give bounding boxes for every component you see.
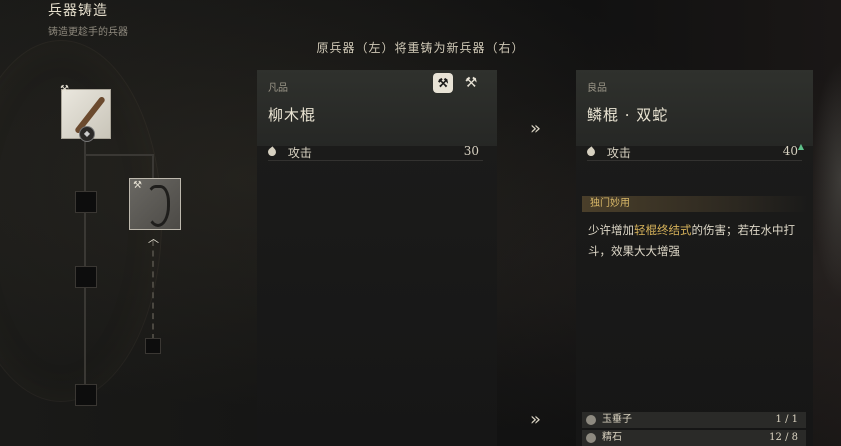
stat-label: 攻击 [606, 146, 631, 160]
hammer-icon: ⚒ [464, 75, 478, 91]
stat-number: 40 [782, 144, 798, 158]
material-name: 精石 [602, 432, 622, 443]
skill-description: 少许增加轻棍终结式的伤害；若在水中打斗，效果大大增强 [588, 220, 800, 262]
tree-node[interactable] [75, 266, 97, 288]
hammer-icon: ⚒ [133, 180, 142, 191]
attack-icon [585, 146, 597, 158]
attack-icon [266, 146, 278, 158]
double-arrow-icon: » [530, 409, 541, 430]
equipped-icon: ◆ [79, 126, 95, 142]
skill-desc-highlight: 轻棍终结式 [634, 223, 692, 237]
skill-title: 独门妙用 [582, 196, 808, 212]
attack-stat: 攻击 30 [266, 144, 483, 161]
material-row: 玉垂子 1 / 1 [582, 412, 806, 428]
tree-branch-line [152, 154, 154, 178]
original-weapon-panel: 凡品 ⚒ ⚒ 柳木棍 攻击 30 [257, 70, 497, 446]
attack-stat: 攻击 40 ▲ [585, 142, 804, 161]
tree-branch-line [84, 154, 154, 156]
stat-value: 40 ▲ [782, 142, 804, 158]
material-icon [586, 433, 596, 443]
stat-increase-icon: ▲ [797, 142, 804, 151]
tree-dotted-line [152, 240, 154, 340]
background-figure [811, 60, 841, 300]
panel-header: 良品 鳞棍 · 双蛇 [576, 70, 813, 146]
panel-header: 凡品 ⚒ ⚒ 柳木棍 [257, 70, 497, 146]
weapon-grade: 凡品 [268, 83, 288, 94]
skill-desc-text: 少许增加 [588, 223, 634, 237]
stat-value: 30 [463, 144, 479, 158]
double-snake-staff-icon [146, 185, 170, 227]
tree-node[interactable] [75, 384, 97, 406]
tree-node[interactable] [145, 338, 161, 354]
material-name: 玉垂子 [602, 414, 632, 425]
material-icon [586, 415, 596, 425]
tree-node[interactable] [75, 191, 97, 213]
double-arrow-icon: » [530, 118, 541, 139]
material-count: 1 / 1 [775, 414, 798, 425]
weapon-grade: 良品 [587, 83, 607, 94]
craft-badge-icon: ⚒ [433, 73, 453, 93]
selection-caret-icon: ︿ [148, 232, 159, 245]
new-weapon-panel: 良品 鳞棍 · 双蛇 攻击 40 ▲ 独门妙用 少许增加轻棍终结式的伤害；若在水… [576, 70, 813, 446]
material-row: 精石 12 / 8 [582, 430, 806, 446]
weapon-name: 柳木棍 [268, 106, 317, 124]
weapon-name: 鳞棍 · 双蛇 [587, 106, 669, 124]
upgrade-tree: ⚒ ◆ ⚒ ︿ [0, 0, 200, 446]
material-count: 12 / 8 [769, 432, 798, 443]
stat-label: 攻击 [287, 146, 312, 160]
hammer-icon: ⚒ [60, 84, 69, 95]
